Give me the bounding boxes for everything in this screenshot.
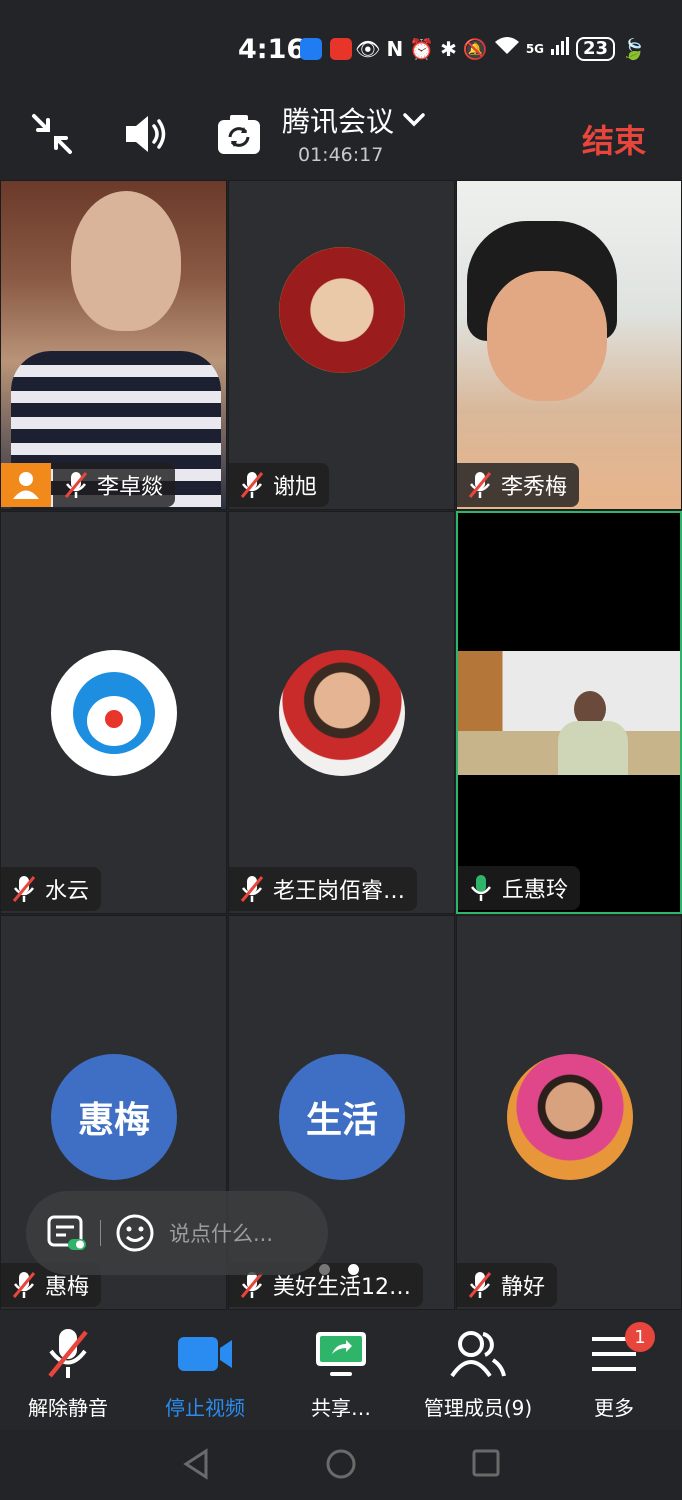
page-dot-current[interactable] [348,1264,359,1275]
participant-avatar [51,650,177,776]
back-button[interactable] [182,1448,210,1484]
share-screen-icon [316,1332,366,1376]
caption-icon[interactable] [46,1213,86,1253]
participant-tile[interactable]: 李秀梅 [456,180,682,510]
emoji-icon[interactable] [115,1213,155,1253]
shrink-icon [32,114,72,154]
manage-members-button[interactable]: 管理成员(9) [413,1326,543,1421]
participant-video [457,181,681,509]
page-indicator [319,1264,359,1275]
participant-name-tag: 静好 [457,1263,558,1307]
meeting-timer: 01:46:17 [298,144,384,166]
participant-video [458,651,680,775]
back-triangle-icon [183,1448,208,1480]
speaker-icon [126,116,166,152]
participant-name: 老王岗佰睿… [273,879,406,904]
participant-tile-active[interactable]: 丘惠玲 [456,511,682,914]
more-label: 更多 [594,1396,634,1420]
participant-avatar [279,247,405,373]
chat-placeholder[interactable]: 说点什么... [169,1218,273,1248]
divider [100,1220,101,1246]
mic-muted-icon [12,876,36,902]
status-time: 4:16 [238,34,306,65]
bluetooth-icon: ✱ [440,36,457,61]
meeting-top-bar: 腾讯会议 01:46:17 结束 [0,100,682,180]
participant-name: 丘惠玲 [502,878,569,903]
participant-avatar: 惠梅 [51,1054,177,1180]
mic-muted-icon [48,1329,88,1378]
participant-avatar [507,1054,633,1180]
speaker-button[interactable] [122,112,170,160]
end-meeting-button[interactable]: 结束 [582,116,646,162]
home-button[interactable] [325,1448,357,1484]
participant-tile[interactable]: 李卓燚 [0,180,227,510]
unmute-button[interactable]: 解除静音 [3,1326,133,1421]
participant-name-tag: 水云 [1,867,102,911]
participant-name-tag: 李卓燚 [53,463,176,507]
video-camera-icon [178,1337,232,1371]
participant-tile[interactable]: 谢旭 [228,180,455,510]
mute-bell-icon: 🔕 [462,36,488,61]
page-dot[interactable] [319,1264,330,1275]
participant-name: 静好 [501,1275,546,1300]
person-icon [13,472,39,499]
members-icon [450,1331,506,1378]
mic-muted-icon [64,472,88,498]
minimize-button[interactable] [30,112,74,160]
participant-name: 谢旭 [273,475,318,500]
battery-level: 23 [576,36,616,61]
status-icons: 👁 N ⏰ ✱ 🔕 5G 23 🍃 [355,36,646,61]
mic-muted-icon [468,472,492,498]
camera-switch-icon [218,115,260,154]
stop-video-button[interactable]: 停止视频 [140,1326,270,1421]
recents-button[interactable] [471,1448,501,1482]
more-button[interactable]: 1 更多 [549,1322,679,1421]
participant-name: 李秀梅 [501,475,568,500]
taobao-notification-icon [330,38,352,60]
participant-avatar [279,650,405,776]
participant-name: 水云 [45,879,90,904]
host-badge [1,463,51,507]
status-bar: 4:16 👁 N ⏰ ✱ 🔕 5G 23 🍃 [0,0,682,100]
participant-name-tag: 丘惠玲 [458,866,581,910]
participant-video [1,181,226,509]
participant-name-tag: 谢旭 [229,463,330,507]
switch-camera-button[interactable] [216,112,262,160]
share-label: 共享… [311,1396,371,1420]
mic-active-icon [471,875,491,901]
chevron-down-icon [403,113,425,127]
participant-tile[interactable]: 老王岗佰睿… [228,511,455,914]
share-screen-button[interactable]: 共享… [276,1326,406,1421]
meeting-title-dropdown[interactable]: 腾讯会议 [282,100,426,140]
bottom-toolbar: 解除静音 停止视频 共享… 管理成员(9) 1 更多 [0,1310,682,1430]
participant-name: 李卓燚 [97,475,164,500]
participant-avatar: 生活 [279,1054,405,1180]
alarm-icon: ⏰ [409,36,435,61]
meeting-title: 腾讯会议 [282,105,395,138]
mic-muted-icon [468,1272,492,1298]
participant-name-tag: 老王岗佰睿… [229,867,418,911]
leaf-icon: 🍃 [621,36,646,61]
signal-icon [550,36,570,61]
app-notification-icon [300,38,322,60]
participant-name-tag: 李秀梅 [457,463,580,507]
unmute-label: 解除静音 [28,1396,108,1420]
participant-tile[interactable]: 水云 [0,511,227,914]
home-circle-icon [326,1449,356,1479]
recents-square-icon [472,1449,500,1477]
signal-label: 5G [525,41,545,56]
notification-badge: 1 [625,1322,655,1352]
nfc-icon: N [386,36,404,61]
mic-muted-icon [240,876,264,902]
wifi-icon [494,36,520,61]
chat-input-pill[interactable]: 说点什么... [26,1191,328,1275]
eye-icon: 👁 [355,36,381,61]
mic-muted-icon [12,1272,36,1298]
system-nav-bar [0,1430,682,1500]
mic-muted-icon [240,472,264,498]
stop-video-label: 停止视频 [165,1396,245,1420]
participant-tile[interactable]: 静好 [456,915,682,1310]
manage-members-label: 管理成员(9) [423,1396,533,1420]
